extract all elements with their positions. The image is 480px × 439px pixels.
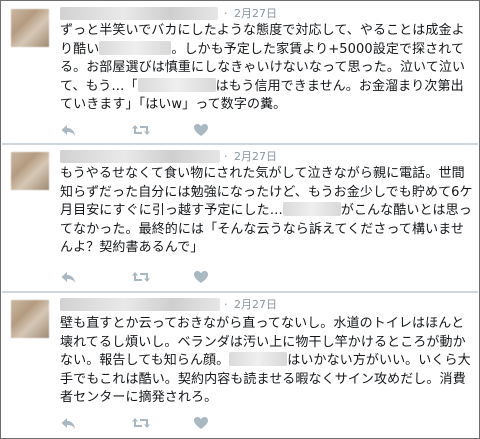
redacted-text bbox=[282, 202, 341, 216]
redacted-text bbox=[99, 40, 172, 55]
avatar[interactable] bbox=[11, 9, 49, 47]
redacted-text bbox=[137, 77, 216, 92]
redacted-text bbox=[229, 352, 288, 366]
redacted-user-name[interactable] bbox=[60, 150, 220, 163]
tweet-date[interactable]: 2月27日 bbox=[234, 8, 277, 20]
tweet-date[interactable]: 2月27日 bbox=[234, 151, 277, 163]
separator-dot: · bbox=[224, 7, 228, 20]
retweet-icon[interactable] bbox=[131, 415, 151, 431]
redacted-user-name[interactable] bbox=[60, 298, 220, 311]
tweet[interactable]: · 2月27日 壁も直すとか云っておきながら直ってないし。水道のトイレはほんと壊… bbox=[2, 292, 478, 438]
tweet-date[interactable]: 2月27日 bbox=[234, 299, 277, 311]
tweet[interactable]: · 2月27日 もうやるせなくて食い物にされた気がして泣きながら親に電話。世間知… bbox=[2, 144, 478, 292]
reply-icon[interactable] bbox=[60, 415, 76, 431]
tweet-text: ずっと半笑いでバカにしたような態度で対応して、やることは成金より酷い 。しかも予定… bbox=[60, 23, 466, 112]
timeline-frame: · 2月27日 ずっと半笑いでバカにしたような態度で対応して、やることは成金より… bbox=[0, 0, 480, 439]
heart-icon[interactable] bbox=[193, 415, 209, 431]
retweet-icon[interactable] bbox=[131, 122, 151, 138]
tweet-text: もうやるせなくて食い物にされた気がして泣きながら親に電話。世間知らずだった自分に… bbox=[60, 166, 473, 255]
separator-dot: · bbox=[224, 298, 228, 311]
heart-icon[interactable] bbox=[193, 269, 209, 285]
heart-icon[interactable] bbox=[193, 122, 209, 138]
reply-icon[interactable] bbox=[60, 122, 76, 138]
avatar[interactable] bbox=[11, 152, 49, 190]
reply-icon[interactable] bbox=[60, 269, 76, 285]
retweet-icon[interactable] bbox=[131, 269, 151, 285]
tweet[interactable]: · 2月27日 ずっと半笑いでバカにしたような態度で対応して、やることは成金より… bbox=[2, 2, 478, 144]
separator-dot: · bbox=[224, 150, 228, 163]
avatar[interactable] bbox=[11, 300, 49, 338]
redacted-user-name[interactable] bbox=[60, 7, 218, 20]
tweet-text: 壁も直すとか云っておきながら直ってないし。水道のトイレはほんと壊れてるし煩いし。… bbox=[60, 316, 471, 405]
